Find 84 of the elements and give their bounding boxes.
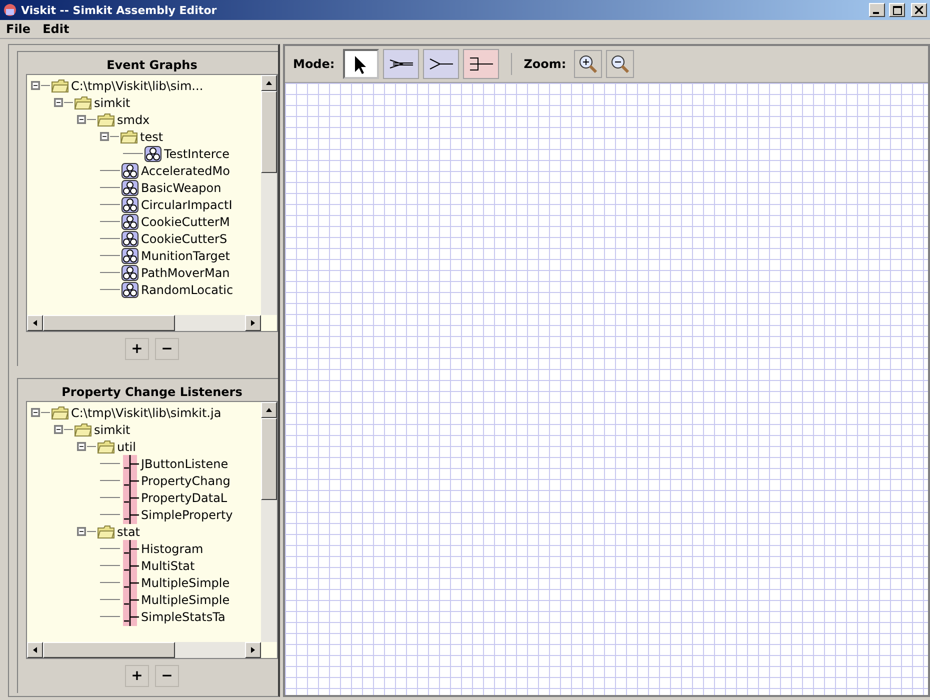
horizontal-scrollbar[interactable] <box>27 642 261 658</box>
maximize-icon <box>892 6 902 14</box>
window-title: Viskit -- Simkit Assembly Editor <box>21 4 217 16</box>
tree-item[interactable]: AcceleratedMo <box>141 164 230 178</box>
menu-item[interactable]: File <box>6 22 31 36</box>
tree-item[interactable]: MunitionTarget <box>141 248 230 262</box>
tree-item[interactable]: simkit <box>94 96 130 110</box>
tree-item[interactable]: TestInterce <box>164 146 230 160</box>
folder-icon <box>97 440 115 454</box>
horizontal-scrollbar[interactable] <box>27 315 261 331</box>
tree-item[interactable]: MultipleSimple <box>141 592 230 606</box>
collapse-toggle[interactable] <box>54 425 63 434</box>
zoom-in-icon <box>577 53 600 75</box>
folder-icon <box>74 96 92 110</box>
tree-item[interactable]: PropertyDataL <box>141 490 228 504</box>
node-graph-icon <box>121 214 139 230</box>
tree-item[interactable]: JButtonListene <box>141 456 228 470</box>
tree-item[interactable]: C:\tmp\Viskit\lib\simkit.ja <box>71 406 222 420</box>
folder-icon <box>120 130 138 144</box>
panel-title: Event Graphs <box>106 57 198 74</box>
folder-icon <box>51 406 69 420</box>
node-graph-icon <box>121 248 139 264</box>
tree-item[interactable]: BasicWeapon <box>141 180 222 194</box>
zoom-out-icon <box>609 53 632 75</box>
node-graph-icon <box>144 146 162 162</box>
maximize-button[interactable] <box>889 3 905 17</box>
menu-item[interactable]: Edit <box>42 22 70 36</box>
node-graph-icon <box>121 230 139 246</box>
tree-item[interactable]: SimpleProperty <box>141 508 233 522</box>
folder-icon <box>51 78 69 92</box>
minimize-button[interactable] <box>869 3 885 17</box>
mode-button[interactable] <box>342 49 379 79</box>
remove-button[interactable]: − <box>155 338 179 360</box>
folder-icon <box>97 112 115 126</box>
tree-item[interactable]: CookieCutterS <box>141 232 228 246</box>
tree-item[interactable]: Histogram <box>141 542 204 556</box>
mode-button[interactable] <box>422 49 459 79</box>
tree-item[interactable]: SimpleStatsTa <box>141 610 226 624</box>
remove-button[interactable]: − <box>155 665 179 687</box>
tree-item[interactable]: PropertyChang <box>141 474 230 488</box>
listener-icon <box>121 506 139 524</box>
collapse-toggle[interactable] <box>100 132 109 141</box>
app-icon <box>3 3 17 17</box>
tree-item[interactable]: PathMoverMan <box>141 266 230 280</box>
collapse-toggle[interactable] <box>77 527 86 536</box>
listener-icon <box>121 454 139 472</box>
collapse-toggle[interactable] <box>31 81 40 90</box>
tree-item[interactable]: simkit <box>94 422 130 436</box>
close-button[interactable] <box>911 3 927 17</box>
tree-item[interactable]: smdx <box>117 112 150 126</box>
listener-icon <box>121 608 139 626</box>
tree-item[interactable]: CookieCutterM <box>141 214 230 228</box>
tree-item[interactable]: MultipleSimple <box>141 576 230 590</box>
zoom-label: Zoom: <box>524 57 566 71</box>
zoom-out-button[interactable] <box>606 50 634 78</box>
tree-item[interactable]: stat <box>117 524 140 538</box>
tree-item[interactable]: RandomLocatic <box>141 282 234 296</box>
collapse-toggle[interactable] <box>77 115 86 124</box>
node-graph-icon <box>121 264 139 280</box>
tree-item[interactable]: test <box>140 130 164 144</box>
mode-button[interactable] <box>382 49 419 79</box>
mode-button[interactable] <box>462 49 499 79</box>
vertical-scrollbar[interactable] <box>261 402 277 642</box>
tree-item[interactable]: C:\tmp\Viskit\lib\sim... <box>71 78 204 92</box>
add-button[interactable]: + <box>125 338 149 360</box>
close-icon <box>915 6 923 14</box>
panel-title: Property Change Listeners <box>60 384 244 401</box>
node-graph-icon <box>121 180 139 196</box>
folder-icon <box>74 422 92 436</box>
tree-item[interactable]: CircularImpactI <box>141 198 232 212</box>
zoom-in-button[interactable] <box>574 50 602 78</box>
listener-icon <box>121 540 139 558</box>
node-graph-icon <box>121 162 139 178</box>
collapse-toggle[interactable] <box>31 408 40 417</box>
collapse-toggle[interactable] <box>54 98 63 107</box>
tree-item[interactable]: MultiStat <box>141 558 195 572</box>
mode-label: Mode: <box>293 57 335 71</box>
tree-item[interactable]: util <box>117 440 136 454</box>
add-button[interactable]: + <box>125 665 149 687</box>
collapse-toggle[interactable] <box>77 442 86 451</box>
node-graph-icon <box>121 282 139 298</box>
node-graph-icon <box>121 196 139 212</box>
folder-icon <box>97 524 115 538</box>
vertical-scrollbar[interactable] <box>261 75 277 315</box>
